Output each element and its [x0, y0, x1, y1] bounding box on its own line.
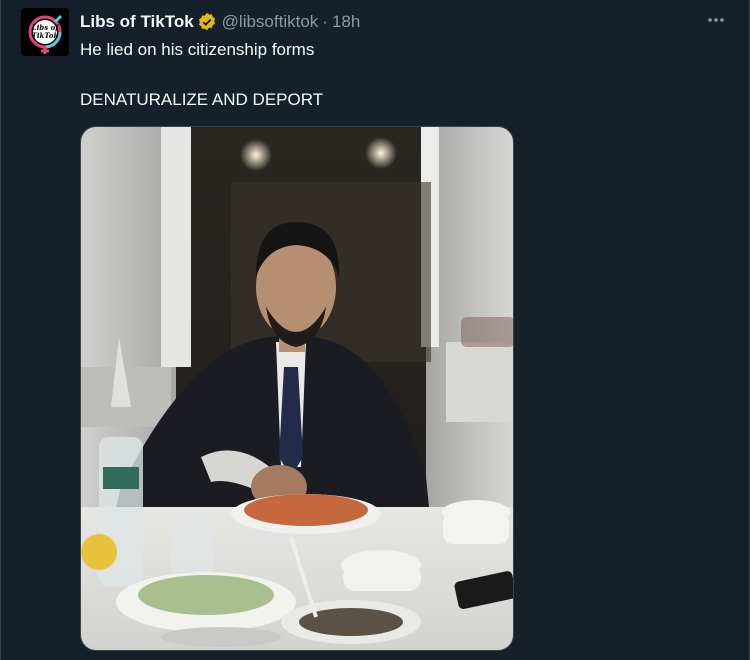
- tweet-header: Libs of TikTok @libsoftiktok · 18h: [80, 11, 360, 33]
- author-name[interactable]: Libs of TikTok: [80, 12, 194, 32]
- svg-text:TikTok: TikTok: [32, 31, 59, 40]
- more-options-icon[interactable]: [701, 8, 731, 32]
- libs-of-tiktok-logo-icon: Libs of TikTok: [21, 8, 69, 56]
- tweet-container[interactable]: Libs of TikTok Libs of TikTok @libsoftik…: [0, 0, 750, 660]
- tweet-photo[interactable]: [80, 126, 514, 651]
- photo-illustration: [81, 127, 513, 650]
- tweet-text-line: DENATURALIZE AND DEPORT: [80, 90, 324, 109]
- tweet-timestamp[interactable]: 18h: [332, 12, 360, 32]
- avatar[interactable]: Libs of TikTok: [21, 8, 69, 56]
- tweet-text-line: He lied on his citizenship forms: [80, 40, 315, 59]
- separator-dot: ·: [322, 12, 328, 31]
- author-handle[interactable]: @libsoftiktok: [222, 12, 319, 32]
- tweet-text: He lied on his citizenship forms DENATUR…: [80, 38, 720, 112]
- verified-badge-icon[interactable]: [197, 12, 217, 32]
